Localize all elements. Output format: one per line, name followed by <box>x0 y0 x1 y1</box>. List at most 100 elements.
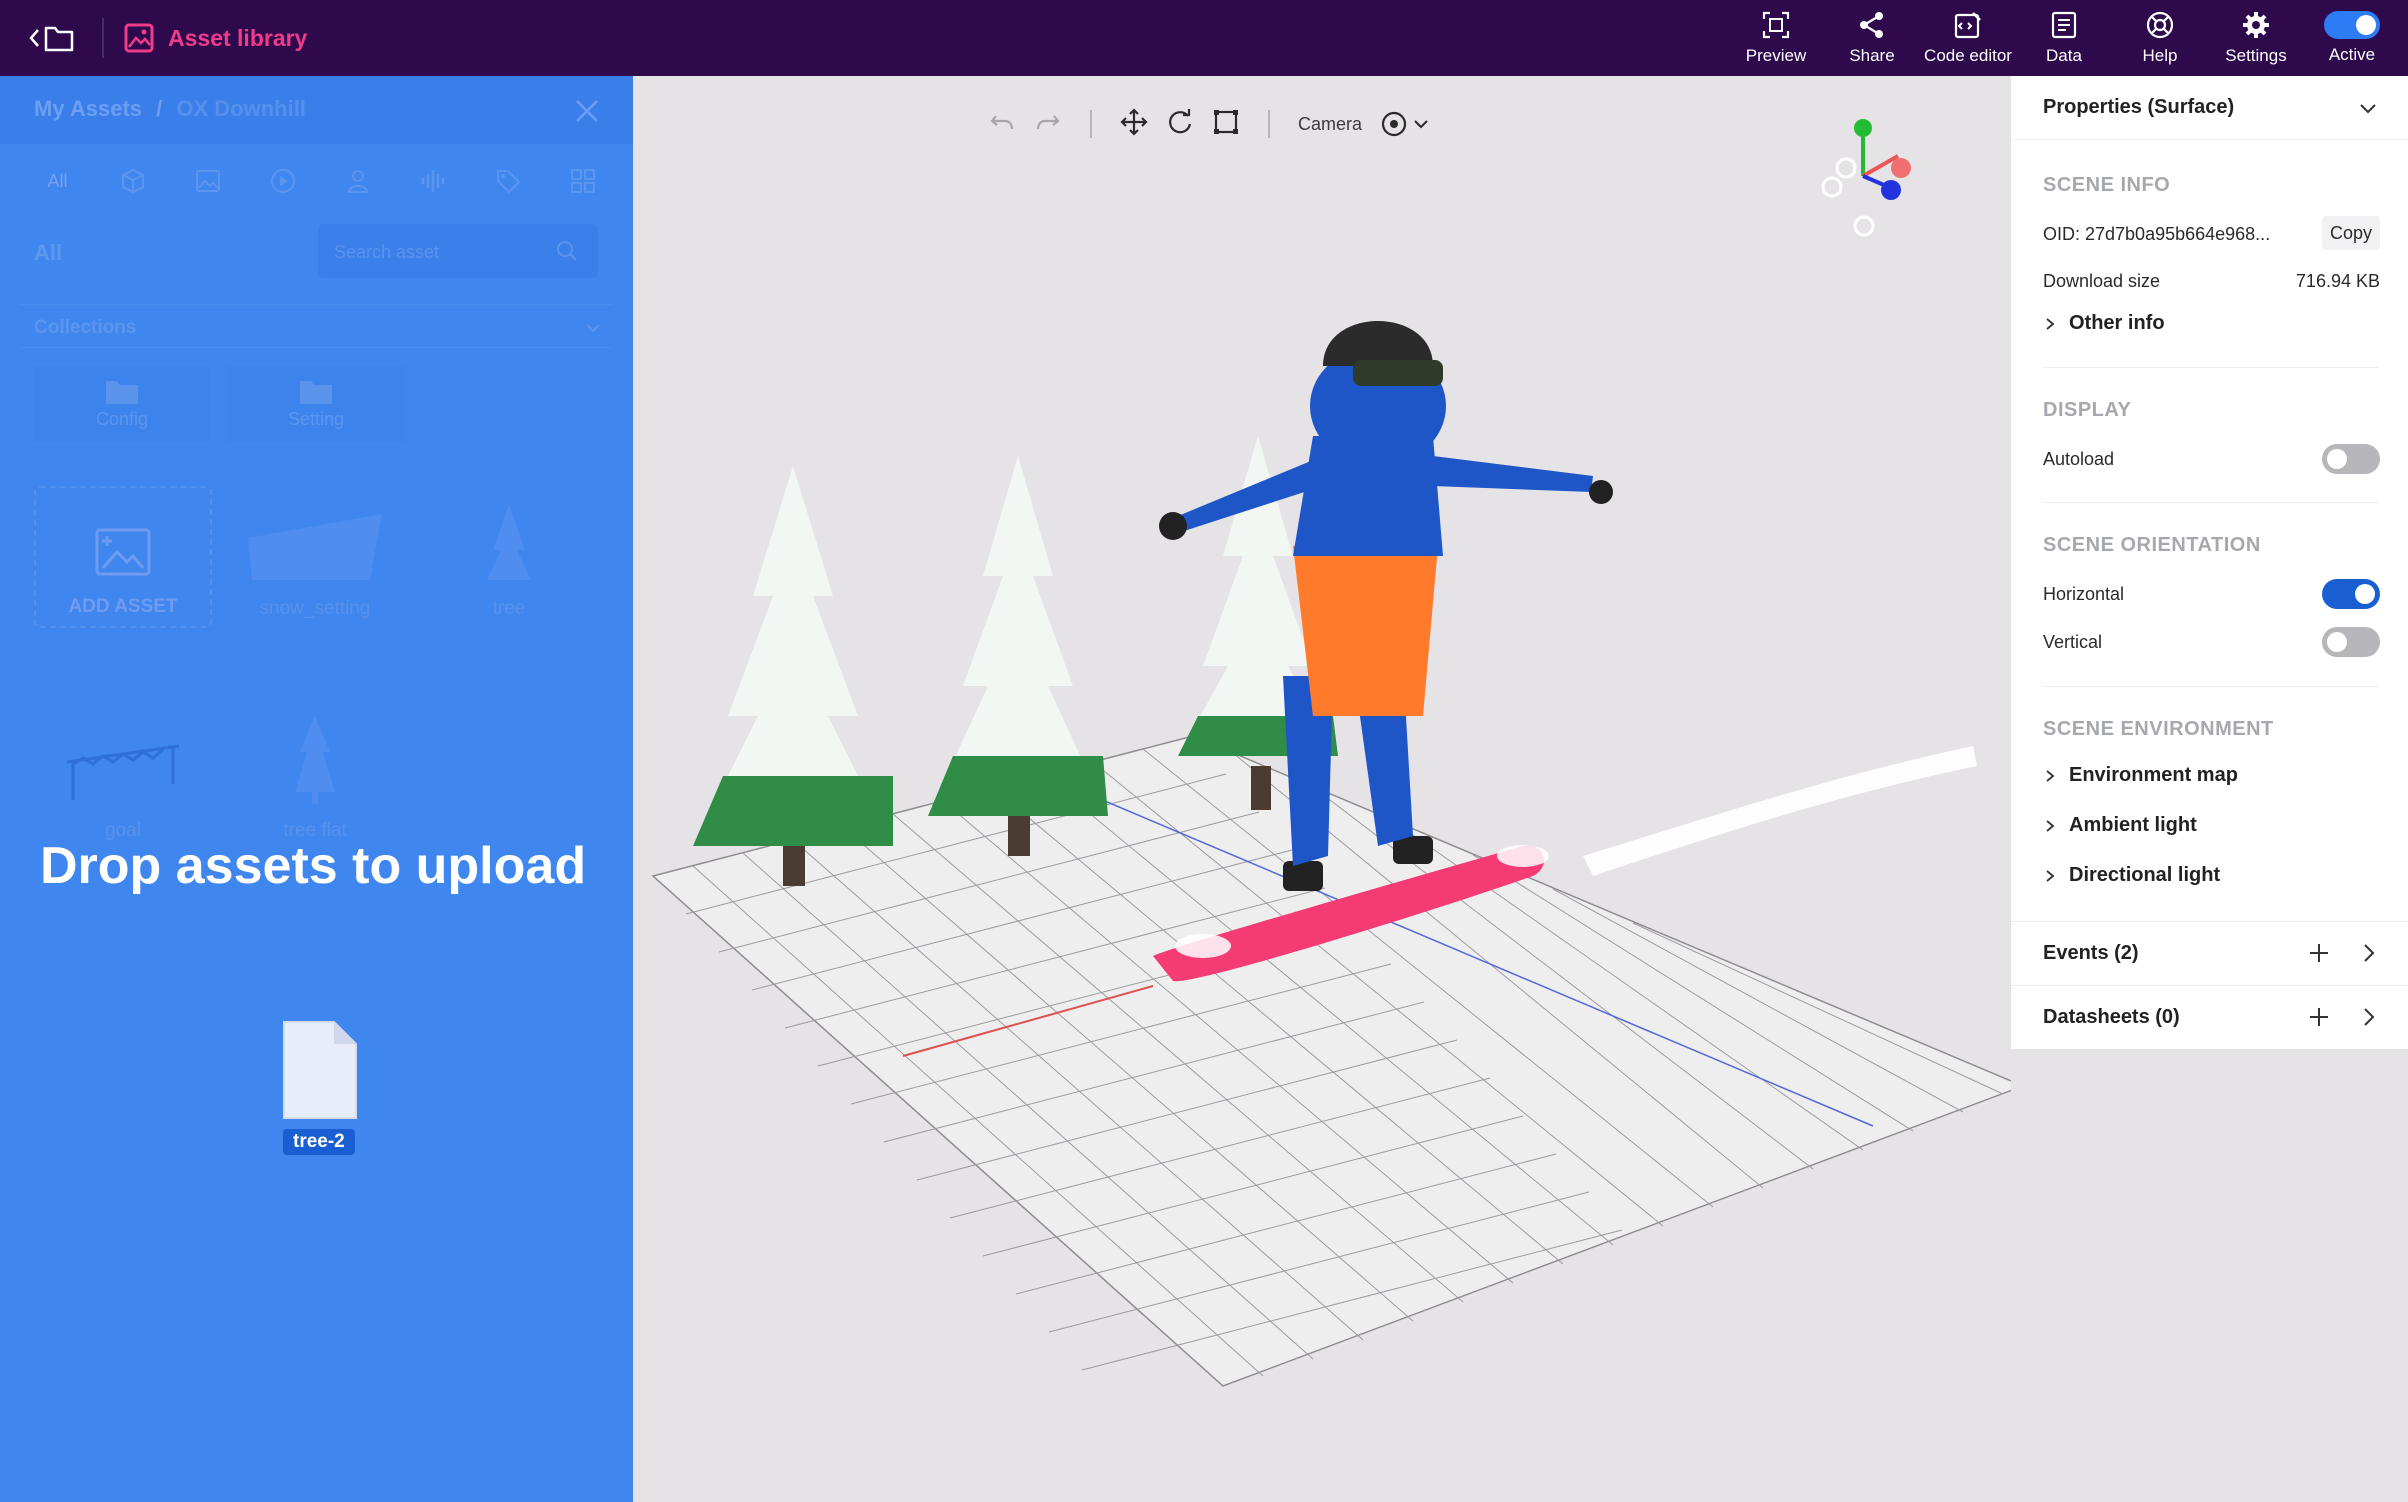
collections-header[interactable]: Collections <box>20 304 612 348</box>
folder-label: Config <box>95 408 149 429</box>
properties-header[interactable]: Properties (Surface) <box>2011 76 2408 140</box>
add-asset-label: ADD ASSET <box>68 596 178 617</box>
grid-icon <box>570 169 595 193</box>
asset-library-panel[interactable]: My Assets / OX Downhill All All Search a… <box>0 76 633 1502</box>
add-image-icon <box>95 528 151 576</box>
folder-icon <box>44 26 74 52</box>
folder-setting[interactable]: Setting <box>228 366 404 442</box>
add-asset-button[interactable]: ADD ASSET <box>34 486 212 628</box>
move-tool-button[interactable] <box>1120 107 1148 141</box>
datasheets-row[interactable]: Datasheets (0) <box>2011 985 2408 1049</box>
add-datasheet-icon[interactable] <box>2306 1004 2332 1030</box>
autoload-label: Autoload <box>2043 449 2115 469</box>
asset-type-tabs: All <box>20 156 620 206</box>
search-icon <box>557 241 577 261</box>
chevron-left-icon <box>29 29 39 47</box>
close-icon[interactable] <box>570 94 604 128</box>
tree-left <box>693 466 893 886</box>
asset-card[interactable]: tree <box>420 486 598 628</box>
events-row[interactable]: Events (2) <box>2011 921 2408 985</box>
share-icon <box>1860 12 1883 38</box>
code-editor-icon <box>1954 12 1981 39</box>
asset-library-button[interactable]: Asset library <box>124 18 307 58</box>
folder-config[interactable]: Config <box>34 366 210 442</box>
autoload-toggle[interactable] <box>2322 444 2380 474</box>
tree-flat-thumbnail <box>295 716 335 804</box>
help-label: Help <box>2142 46 2178 65</box>
rotate-icon <box>1169 108 1192 133</box>
other-info-expander[interactable]: Other info <box>2043 312 2165 335</box>
image-icon <box>195 170 220 192</box>
top-bar: Asset library Preview Share Code editor … <box>0 0 2408 76</box>
ambient-light-expander[interactable]: Ambient light <box>2043 814 2197 837</box>
download-size-value: 716.94 KB <box>2295 271 2380 291</box>
scale-tool-button[interactable] <box>1212 108 1240 141</box>
section-divider <box>2043 686 2379 687</box>
tab-avatars[interactable] <box>320 156 395 206</box>
filter-label: All <box>34 240 63 265</box>
tab-all[interactable]: All <box>20 156 95 206</box>
horizontal-toggle[interactable] <box>2322 579 2380 609</box>
asset-card[interactable]: tree flat <box>226 690 404 850</box>
ambient-light-label: Ambient light <box>2069 814 2197 836</box>
vertical-toggle[interactable] <box>2322 627 2380 657</box>
tab-grid-view[interactable] <box>545 156 620 206</box>
breadcrumb: My Assets / OX Downhill <box>34 96 306 122</box>
tab-images[interactable] <box>170 156 245 206</box>
help-button[interactable]: Help <box>2112 0 2208 76</box>
gear-icon <box>2243 12 2269 38</box>
collections-label: Collections <box>34 317 137 338</box>
asset-card[interactable]: snow_setting <box>226 486 404 628</box>
oid-label: OID: 27d7b0a95b664e968... <box>2043 224 2271 244</box>
breadcrumb-current: OX Downhill <box>176 96 306 121</box>
asset-library-label: Asset library <box>168 24 308 51</box>
axis-gizmo <box>1821 119 1911 237</box>
environment-map-expander[interactable]: Environment map <box>2043 764 2238 787</box>
share-button[interactable]: Share <box>1824 0 1920 76</box>
code-editor-label: Code editor <box>1924 46 2012 65</box>
scene-render <box>651 119 2011 1387</box>
redo-button[interactable] <box>1034 108 1062 141</box>
tree-mid-left <box>928 456 1108 856</box>
tab-tags[interactable] <box>470 156 545 206</box>
breadcrumb-root[interactable]: My Assets <box>34 96 142 121</box>
scene-viewport[interactable]: Camera <box>633 76 2011 1502</box>
chevron-right-icon <box>2046 317 2055 330</box>
display-heading: DISPLAY <box>2043 399 2132 421</box>
toolbar-divider <box>1268 110 1270 138</box>
environment-map-label: Environment map <box>2069 764 2238 786</box>
rotate-tool-button[interactable] <box>1166 108 1194 141</box>
redo-icon <box>1036 114 1060 129</box>
viewport-toolbar: Camera <box>988 102 1430 146</box>
asset-card[interactable]: goal <box>34 690 212 850</box>
camera-select[interactable] <box>1380 110 1430 138</box>
directional-light-expander[interactable]: Directional light <box>2043 864 2220 887</box>
snow-setting-thumbnail <box>248 514 382 580</box>
search-placeholder: Search asset <box>334 242 440 262</box>
chevron-down-icon[interactable] <box>2356 96 2380 120</box>
chevron-right-icon[interactable] <box>2358 1006 2380 1028</box>
code-editor-button[interactable]: Code editor <box>1920 0 2016 76</box>
active-switch[interactable] <box>2324 11 2380 39</box>
chevron-right-icon[interactable] <box>2358 942 2380 964</box>
active-toggle[interactable]: Active <box>2304 0 2400 76</box>
preview-button[interactable]: Preview <box>1728 0 1824 76</box>
back-to-folder-button[interactable] <box>28 16 88 60</box>
tab-audio[interactable] <box>395 156 470 206</box>
move-icon <box>1120 107 1148 136</box>
undo-button[interactable] <box>988 108 1016 141</box>
directional-light-label: Directional light <box>2069 864 2221 886</box>
download-size-label: Download size <box>2043 271 2161 291</box>
tab-3d-models[interactable] <box>95 156 170 206</box>
tab-videos[interactable] <box>245 156 320 206</box>
section-divider <box>2043 367 2379 368</box>
copy-oid-button[interactable]: Copy <box>2322 216 2380 250</box>
help-icon <box>2146 11 2174 39</box>
data-button[interactable]: Data <box>2016 0 2112 76</box>
settings-button[interactable]: Settings <box>2208 0 2304 76</box>
other-info-label: Other info <box>2069 312 2165 334</box>
properties-title: Properties (Surface) <box>2043 96 2235 118</box>
cube-icon <box>121 168 144 194</box>
add-event-icon[interactable] <box>2306 940 2332 966</box>
data-label: Data <box>2046 46 2082 65</box>
